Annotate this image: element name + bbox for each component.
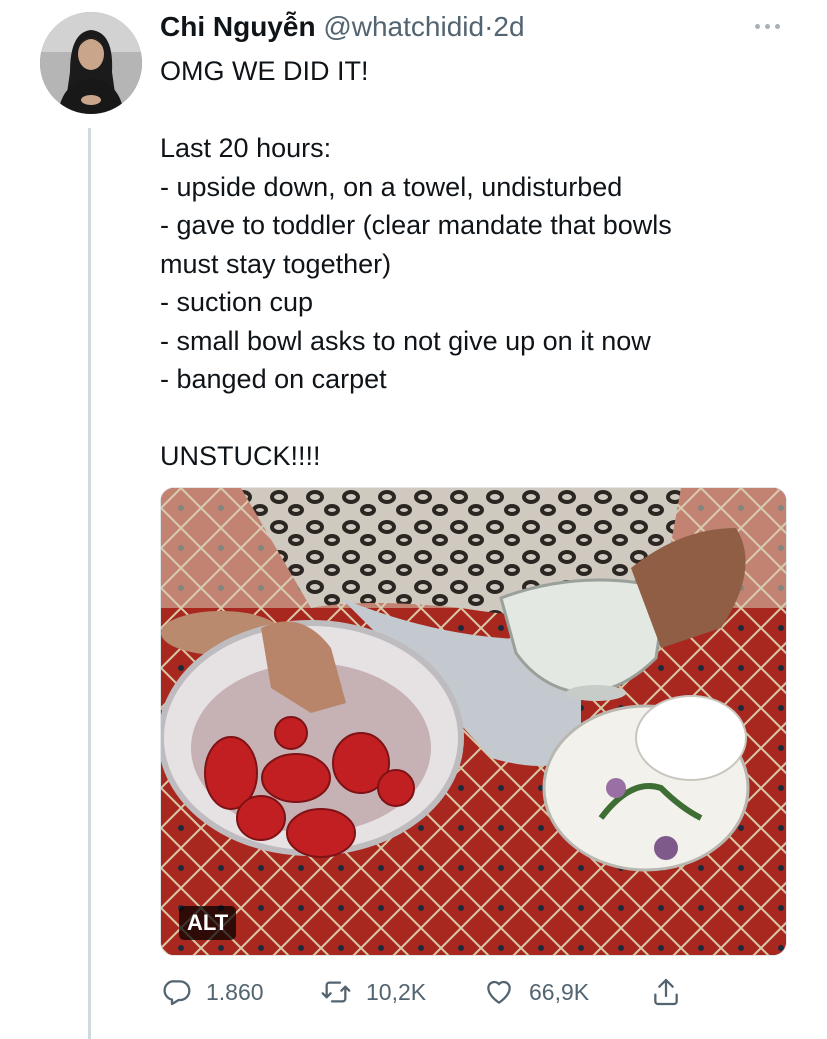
tweet-line: - suction cup — [160, 287, 314, 317]
reply-count: 1.860 — [206, 978, 264, 1005]
photo-illustration — [161, 488, 786, 955]
like-icon — [487, 980, 511, 1004]
tweet-line: Last 20 hours: — [160, 133, 332, 163]
tweet-text: OMG WE DID IT! Last 20 hours: - upside d… — [160, 52, 780, 476]
avatar-photo — [40, 12, 142, 114]
tweet-header: Chi Nguyễn @whatchidid·2d — [160, 10, 525, 44]
share-button[interactable] — [650, 972, 696, 1012]
tweet-line: - banged on carpet — [160, 364, 387, 394]
tweet-line: OMG WE DID IT! — [160, 56, 369, 86]
tweet-time[interactable]: 2d — [493, 11, 524, 42]
tweet-line: - upside down, on a towel, undisturbed — [160, 171, 623, 202]
alt-badge[interactable]: ALT — [179, 906, 237, 940]
retweet-icon — [321, 981, 351, 1003]
like-button[interactable]: 66,9K — [483, 972, 589, 1012]
tweet-line: - small bowl asks to not give up on it n… — [160, 325, 651, 356]
avatar[interactable] — [40, 12, 142, 114]
separator-dot: · — [484, 11, 494, 42]
author-handle[interactable]: @whatchidid — [323, 11, 484, 42]
like-count: 66,9K — [529, 978, 590, 1005]
action-bar: 1.860 10,2K 66,9K — [160, 972, 720, 1012]
tweet-line: UNSTUCK!!!! — [160, 441, 321, 471]
thread-line — [88, 128, 91, 1039]
tweet-line: must stay together) — [160, 248, 392, 279]
share-icon — [654, 978, 678, 1006]
author-name[interactable]: Chi Nguyễn — [160, 11, 316, 42]
reply-button[interactable]: 1.860 — [160, 972, 264, 1012]
retweet-count: 10,2K — [366, 978, 427, 1005]
retweet-button[interactable]: 10,2K — [320, 972, 426, 1012]
more-options-icon[interactable] — [751, 19, 785, 33]
tweet-photo[interactable]: ALT — [160, 487, 787, 956]
tweet-line: - gave to toddler (clear mandate that bo… — [160, 210, 672, 240]
reply-icon — [163, 980, 191, 1006]
